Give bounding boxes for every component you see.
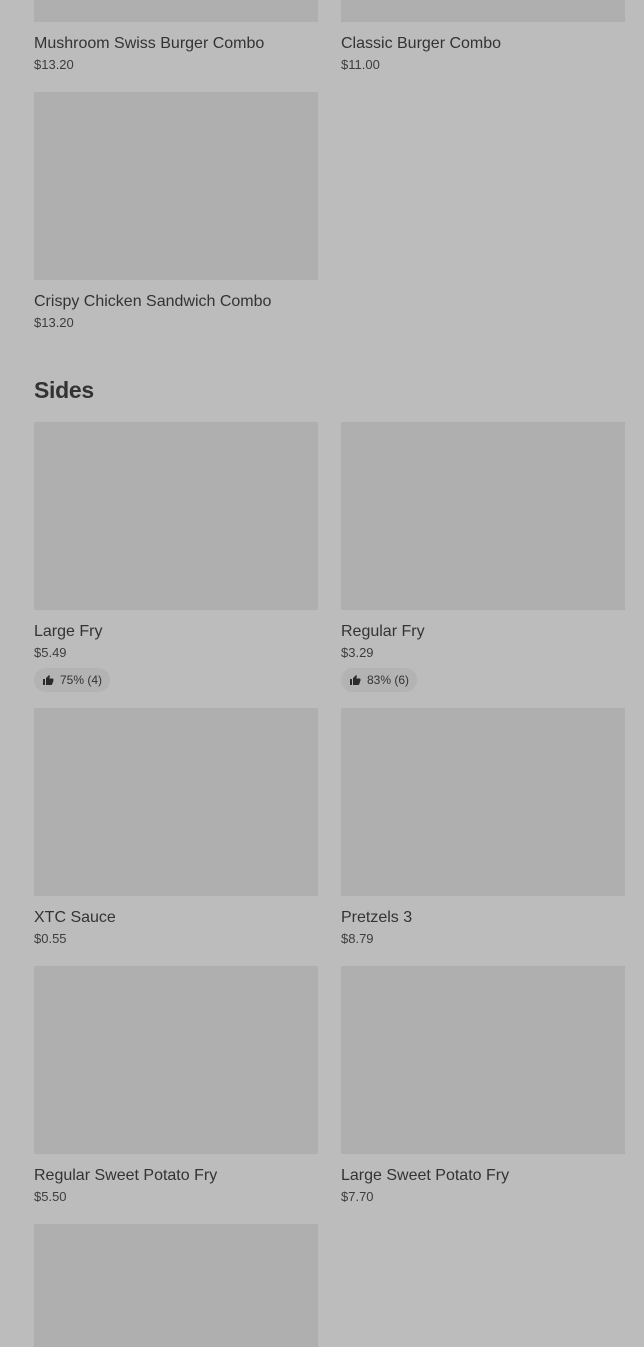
item-name: XTC Sauce [34,909,116,926]
item-name: Regular Sweet Potato Fry [34,1167,218,1184]
menu-item-card[interactable]: XTC Sauce $0.55 [34,708,318,947]
item-name: Pretzels 3 [341,909,413,926]
item-image [34,92,318,280]
menu-item-card[interactable]: Large Sweet Potato Fry $7.70 [341,966,625,1205]
item-price: $5.50 [34,1189,67,1204]
item-name: Classic Burger Combo [341,35,502,52]
menu-item-card[interactable]: Mushroom Swiss Burger Combo $13.20 [34,0,318,73]
menu-item-card[interactable]: Large Fry $5.49 75% (4) [34,422,318,692]
rating-badge: 83% (6) [341,668,418,692]
menu-item-card[interactable]: Regular Fry $3.29 83% (6) [341,422,625,692]
thumbs-up-icon [349,674,361,686]
item-name: Mushroom Swiss Burger Combo [34,35,265,52]
rating-text: 83% (6) [367,673,410,687]
menu-item-card[interactable]: Pretzels 3 $8.79 [341,708,625,947]
menu-item-card[interactable]: Classic Burger Combo $11.00 [341,0,625,73]
menu-item-card[interactable]: Regular Sweet Potato Fry $5.50 [34,966,318,1205]
item-image [341,422,625,610]
rating-badge: 75% (4) [34,668,111,692]
item-image [34,1224,318,1347]
menu-item-card[interactable]: Crispy Chicken Sandwich Combo $13.20 [34,92,318,331]
item-image [34,966,318,1154]
item-image [341,708,625,896]
item-name: Large Fry [34,623,103,640]
item-price: $3.29 [341,645,374,660]
item-price: $13.20 [34,57,74,72]
item-image [34,0,318,22]
item-name: Large Sweet Potato Fry [341,1167,510,1184]
item-price: $0.55 [34,931,67,946]
item-image [341,966,625,1154]
item-price: $5.49 [34,645,67,660]
menu-item-card[interactable] [34,1224,318,1347]
item-image [341,0,625,22]
item-image [34,708,318,896]
section-title-sides: Sides [34,377,94,403]
item-price: $13.20 [34,315,74,330]
rating-text: 75% (4) [60,673,103,687]
item-name: Crispy Chicken Sandwich Combo [34,293,272,310]
item-name: Regular Fry [341,623,425,640]
thumbs-up-icon [42,674,54,686]
item-price: $7.70 [341,1189,374,1204]
item-price: $8.79 [341,931,374,946]
item-image [34,422,318,610]
item-price: $11.00 [341,57,380,72]
